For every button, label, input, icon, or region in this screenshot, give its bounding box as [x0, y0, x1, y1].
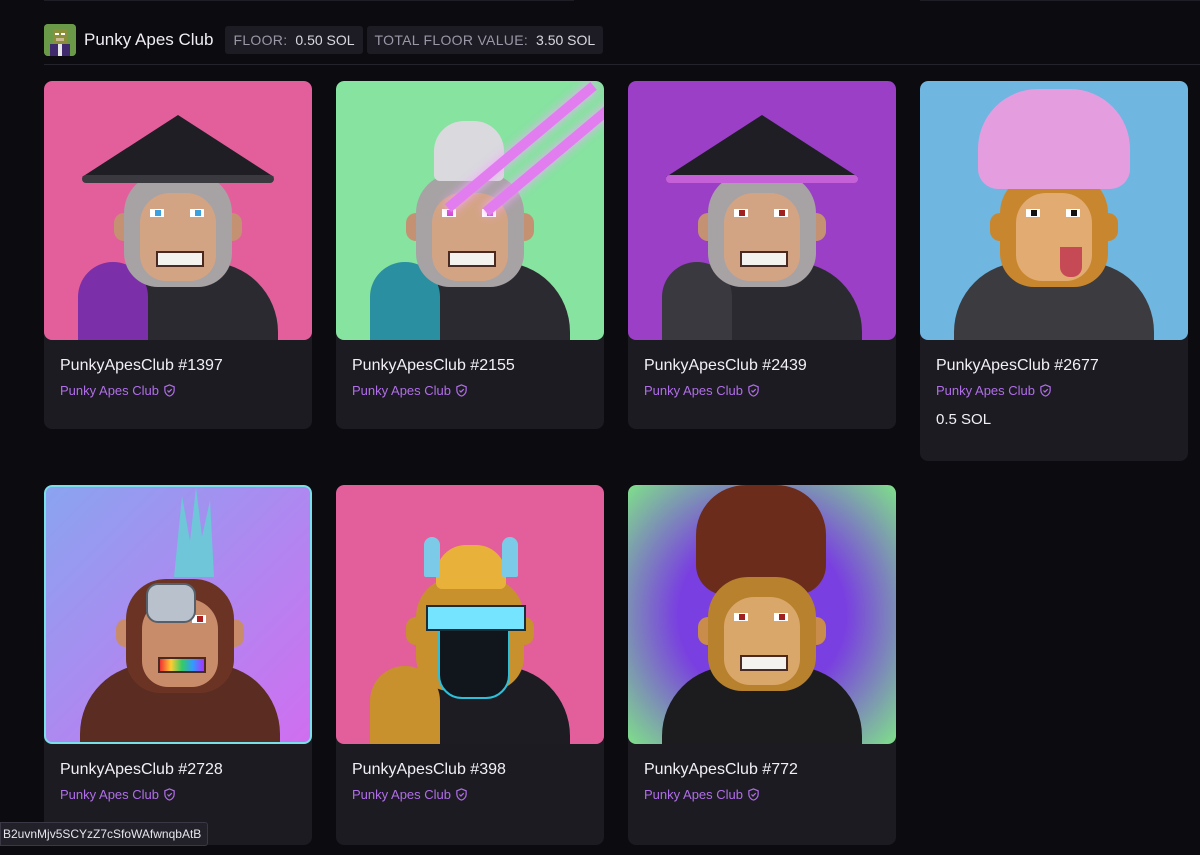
cyber-mask: [438, 629, 510, 699]
nft-image[interactable]: [628, 485, 896, 744]
nft-collection-link[interactable]: Punky Apes Club: [644, 787, 896, 802]
verified-badge-icon: [1040, 384, 1051, 397]
total-floor-label: TOTAL FLOOR VALUE:: [374, 32, 529, 48]
cyber-eye-piece: [146, 583, 196, 623]
nft-title[interactable]: PunkyApesClub #2728: [60, 761, 312, 779]
nft-collection-name: Punky Apes Club: [60, 787, 160, 802]
ape-tongue: [1060, 247, 1082, 277]
ape-pupil: [197, 616, 203, 622]
ape-mohawk: [174, 487, 214, 577]
nft-title[interactable]: PunkyApesClub #398: [352, 761, 604, 779]
straw-hat: [666, 115, 858, 177]
verified-badge-icon: [456, 788, 467, 801]
nft-card[interactable]: PunkyApesClub #2439 Punky Apes Club: [628, 81, 896, 429]
hat-rim: [666, 175, 858, 183]
collection-avatar[interactable]: [44, 24, 76, 56]
nft-title[interactable]: PunkyApesClub #2155: [352, 357, 604, 375]
verified-badge-icon: [748, 384, 759, 397]
verified-badge-icon: [164, 788, 175, 801]
nft-collection-link[interactable]: Punky Apes Club: [352, 383, 604, 398]
ape-horn: [424, 537, 440, 577]
nft-card[interactable]: PunkyApesClub #2677 Punky Apes Club 0.5 …: [920, 81, 1188, 461]
nft-price: 0.5 SOL: [936, 411, 992, 428]
floor-label: FLOOR:: [233, 32, 288, 48]
nft-collection-name: Punky Apes Club: [60, 383, 160, 398]
ape-pupil: [739, 210, 745, 216]
floor-value: 0.50 SOL: [295, 32, 355, 48]
collection-name[interactable]: Punky Apes Club: [84, 30, 213, 50]
ape-pupil: [1031, 210, 1037, 216]
top-divider: [44, 0, 574, 1]
nft-card[interactable]: PunkyApesClub #398 Punky Apes Club: [336, 485, 604, 845]
nft-card[interactable]: PunkyApesClub #1397 Punky Apes Club: [44, 81, 312, 429]
ape-pupil: [1071, 210, 1077, 216]
nft-image[interactable]: [336, 485, 604, 744]
nft-collection-link[interactable]: Punky Apes Club: [60, 383, 312, 398]
ape-mouth: [156, 251, 204, 267]
ape-horn: [502, 537, 518, 577]
nft-card[interactable]: PunkyApesClub #772 Punky Apes Club: [628, 485, 896, 845]
nft-collection-name: Punky Apes Club: [936, 383, 1036, 398]
nft-title[interactable]: PunkyApesClub #1397: [60, 357, 312, 375]
collection-header: Punky Apes Club FLOOR: 0.50 SOL TOTAL FL…: [44, 24, 604, 56]
nft-card[interactable]: PunkyApesClub #2155 Punky Apes Club: [336, 81, 604, 429]
hat-rim: [82, 175, 274, 183]
floor-stat: FLOOR: 0.50 SOL: [225, 26, 363, 54]
address-tooltip: B2uvnMjv5SCYzZ7cSfoWAfwnqbAtB: [0, 822, 209, 846]
nft-title[interactable]: PunkyApesClub #2439: [644, 357, 896, 375]
nft-collection-name: Punky Apes Club: [644, 383, 744, 398]
header-divider: [44, 64, 1200, 65]
led-visor: [426, 605, 526, 631]
nft-image[interactable]: [628, 81, 896, 340]
ape-pupil: [779, 210, 785, 216]
top-divider: [920, 0, 1200, 1]
ape-pupil: [739, 614, 745, 620]
verified-badge-icon: [748, 788, 759, 801]
nft-title[interactable]: PunkyApesClub #772: [644, 761, 896, 779]
ape-rainbow-grill: [158, 657, 206, 673]
verified-badge-icon: [456, 384, 467, 397]
nft-image[interactable]: [44, 81, 312, 340]
ape-hair: [436, 545, 506, 589]
nft-collection-name: Punky Apes Club: [644, 787, 744, 802]
nft-collection-page: Punky Apes Club FLOOR: 0.50 SOL TOTAL FL…: [0, 0, 1200, 855]
nft-collection-name: Punky Apes Club: [352, 383, 452, 398]
nft-card[interactable]: PunkyApesClub #2728 Punky Apes Club: [44, 485, 312, 845]
verified-badge-icon: [164, 384, 175, 397]
nft-image[interactable]: [920, 81, 1188, 340]
ape-mouth: [740, 251, 788, 267]
ape-face: [140, 193, 216, 281]
straw-hat: [82, 115, 274, 177]
ape-pupil: [195, 210, 201, 216]
nft-collection-link[interactable]: Punky Apes Club: [936, 383, 1188, 398]
nft-image[interactable]: [336, 81, 604, 340]
nft-collection-name: Punky Apes Club: [352, 787, 452, 802]
ape-face: [724, 193, 800, 281]
chef-hat: [978, 89, 1130, 189]
ape-pupil: [155, 210, 161, 216]
ape-pupil: [779, 614, 785, 620]
ape-face: [724, 597, 800, 685]
ape-mouth: [448, 251, 496, 267]
nft-collection-link[interactable]: Punky Apes Club: [352, 787, 604, 802]
total-floor-stat: TOTAL FLOOR VALUE: 3.50 SOL: [366, 26, 604, 54]
nft-collection-link[interactable]: Punky Apes Club: [60, 787, 312, 802]
ape-avatar-icon: [44, 24, 76, 56]
nft-collection-link[interactable]: Punky Apes Club: [644, 383, 896, 398]
nft-title[interactable]: PunkyApesClub #2677: [936, 357, 1188, 375]
ape-mouth: [740, 655, 788, 671]
total-floor-value: 3.50 SOL: [536, 32, 596, 48]
nft-image[interactable]: [44, 485, 312, 744]
